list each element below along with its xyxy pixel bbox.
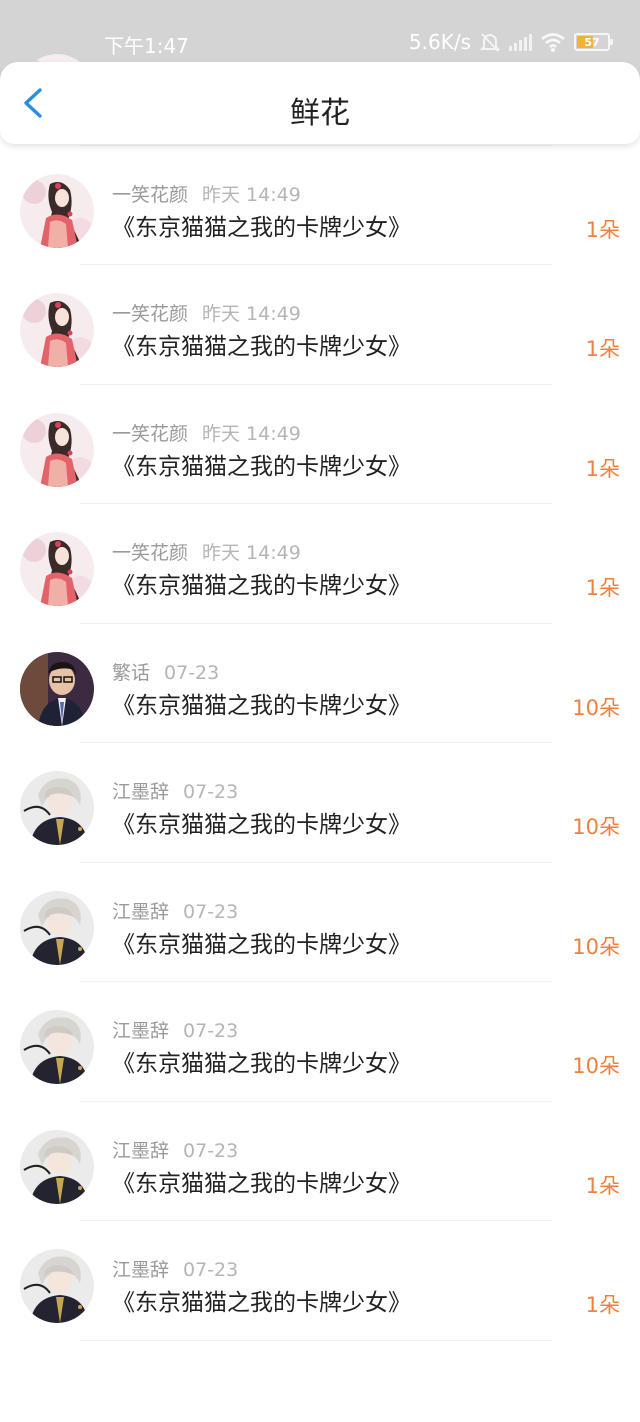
book-title: 《东京猫猫之我的卡牌少女》 (112, 1290, 411, 1316)
book-title: 《东京猫猫之我的卡牌少女》 (112, 214, 411, 241)
item-meta: 一笑花颜 昨天 14:49 (112, 180, 301, 207)
timestamp: 07-23 (183, 1139, 239, 1162)
avatar[interactable] (20, 532, 94, 606)
item-meta: 江墨辞 07-23 (112, 1016, 238, 1043)
timestamp: 07-23 (164, 661, 220, 684)
flower-count: 1朵 (585, 1293, 620, 1317)
avatar[interactable] (20, 1129, 94, 1204)
timestamp: 昨天 14:49 (202, 542, 301, 564)
flower-count: 10朵 (572, 815, 620, 839)
flower-count: 10朵 (572, 934, 620, 959)
list-item[interactable]: 江墨辞 07-23 《东京猫猫之我的卡牌少女》 1朵 (0, 1102, 640, 1221)
book-title: 《东京猫猫之我的卡牌少女》 (112, 1170, 411, 1197)
flower-count: 1朵 (585, 456, 620, 481)
flower-list[interactable]: 《东京猫猫之我的卡牌少女》1朵一笑花颜昨天 14:49《东京猫猫之我的卡牌少女》… (0, 26, 640, 1341)
book-title: 《东京猫猫之我的卡牌少女》 (112, 453, 411, 480)
item-meta: 一笑花颜 昨天 14:49 (112, 419, 301, 446)
user-name[interactable]: 江墨辞 (112, 1020, 169, 1042)
user-name[interactable]: 繁话 (112, 662, 150, 684)
avatar[interactable] (20, 890, 94, 965)
timestamp: 07-23 (183, 1259, 239, 1281)
nav-bar: 鲜花 (0, 62, 640, 144)
timestamp: 昨天 14:49 (202, 422, 301, 445)
book-title: 《东京猫猫之我的卡牌少女》 (112, 931, 411, 958)
avatar[interactable] (20, 173, 94, 248)
avatar[interactable] (20, 651, 94, 726)
divider (80, 1339, 552, 1341)
list-item[interactable]: 一笑花颜 昨天 14:49 《东京猫猫之我的卡牌少女》 1朵 (0, 265, 640, 385)
page-title: 鲜花 (290, 96, 350, 131)
timestamp: 07-23 (183, 900, 239, 923)
item-meta: 繁话 07-23 (112, 658, 219, 685)
timestamp: 昨天 14:49 (202, 303, 301, 325)
flower-count: 1朵 (585, 337, 620, 361)
list-item[interactable]: 繁话 07-23 《东京猫猫之我的卡牌少女》 10朵 (0, 624, 640, 743)
user-name[interactable]: 江墨辞 (112, 781, 169, 803)
list-item[interactable]: 一笑花颜 昨天 14:49 《东京猫猫之我的卡牌少女》 1朵 (0, 146, 640, 265)
user-name[interactable]: 一笑花颜 (112, 184, 188, 206)
book-title: 《东京猫猫之我的卡牌少女》 (112, 1051, 411, 1077)
flower-count: 1朵 (585, 1173, 620, 1198)
user-name[interactable]: 一笑花颜 (112, 423, 188, 445)
book-title: 《东京猫猫之我的卡牌少女》 (112, 334, 411, 360)
avatar[interactable] (20, 293, 94, 367)
book-title: 《东京猫猫之我的卡牌少女》 (112, 692, 411, 719)
item-meta: 一笑花颜 昨天 14:49 (112, 299, 301, 326)
list-item[interactable]: 江墨辞 07-23 《东京猫猫之我的卡牌少女》 10朵 (0, 982, 640, 1102)
item-meta: 江墨辞 07-23 (112, 1255, 238, 1282)
user-name[interactable]: 一笑花颜 (112, 542, 188, 564)
list-item[interactable]: 江墨辞 07-23 《东京猫猫之我的卡牌少女》 1朵 (0, 1221, 640, 1341)
user-name[interactable]: 江墨辞 (112, 1259, 169, 1281)
flower-count: 1朵 (585, 576, 620, 600)
timestamp: 07-23 (183, 781, 239, 803)
list-item[interactable]: 江墨辞 07-23 《东京猫猫之我的卡牌少女》 10朵 (0, 743, 640, 863)
list-item[interactable]: 江墨辞 07-23 《东京猫猫之我的卡牌少女》 10朵 (0, 863, 640, 982)
flower-count: 10朵 (572, 695, 620, 720)
flower-count: 1朵 (585, 217, 620, 242)
item-meta: 一笑花颜 昨天 14:49 (112, 538, 301, 565)
list-item[interactable]: 一笑花颜 昨天 14:49 《东京猫猫之我的卡牌少女》 1朵 (0, 385, 640, 504)
user-name[interactable]: 江墨辞 (112, 901, 169, 923)
timestamp: 07-23 (183, 1020, 239, 1042)
book-title: 《东京猫猫之我的卡牌少女》 (112, 573, 411, 599)
timestamp: 昨天 14:49 (202, 183, 301, 206)
avatar[interactable] (20, 1249, 94, 1323)
list-item[interactable]: 一笑花颜 昨天 14:49 《东京猫猫之我的卡牌少女》 1朵 (0, 504, 640, 624)
item-meta: 江墨辞 07-23 (112, 777, 238, 804)
avatar[interactable] (20, 771, 94, 845)
user-name[interactable]: 江墨辞 (112, 1140, 169, 1162)
item-meta: 江墨辞 07-23 (112, 897, 238, 924)
avatar[interactable] (20, 1010, 94, 1084)
book-title: 《东京猫猫之我的卡牌少女》 (112, 812, 411, 838)
avatar[interactable] (20, 412, 94, 487)
user-name[interactable]: 一笑花颜 (112, 303, 188, 325)
flower-count: 10朵 (572, 1054, 620, 1078)
item-meta: 江墨辞 07-23 (112, 1136, 238, 1163)
